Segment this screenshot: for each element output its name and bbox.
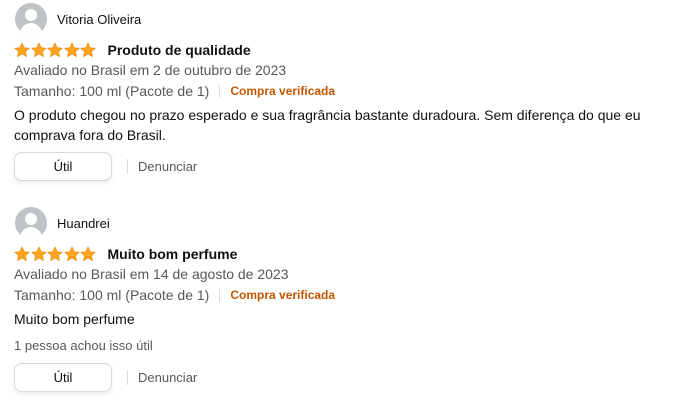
divider — [127, 159, 128, 174]
product-variant[interactable]: Tamanho: 100 ml (Pacote de 1) — [14, 83, 209, 99]
star-icon — [80, 246, 96, 262]
review-text: Muito bom perfume — [14, 311, 135, 327]
verified-purchase-badge: Compra verificada — [230, 288, 336, 302]
avatar — [15, 207, 47, 239]
star-icon — [64, 246, 80, 262]
helpful-button[interactable]: Útil — [14, 363, 112, 392]
star-rating — [14, 42, 97, 58]
reviewer-name: Vitoria Oliveira — [57, 11, 142, 27]
review-actions: Útil Denunciar — [14, 363, 197, 392]
verified-purchase-badge: Compra verificada — [230, 84, 336, 98]
review-date: Avaliado no Brasil em 14 de agosto de 20… — [14, 266, 289, 282]
star-icon — [64, 42, 80, 58]
report-link[interactable]: Denunciar — [138, 370, 197, 385]
review-text: O produto chegou no prazo esperado e sua… — [14, 107, 641, 143]
review-title-row[interactable]: Produto de qualidade — [14, 40, 251, 60]
review-meta: Tamanho: 100 ml (Pacote de 1) Compra ver… — [14, 83, 335, 99]
avatar — [15, 3, 47, 35]
divider — [219, 84, 221, 98]
review-title[interactable]: Muito bom perfume — [108, 246, 238, 262]
report-link[interactable]: Denunciar — [138, 159, 197, 174]
review-date: Avaliado no Brasil em 2 de outubro de 20… — [14, 62, 287, 78]
product-variant[interactable]: Tamanho: 100 ml (Pacote de 1) — [14, 287, 209, 303]
review-meta: Tamanho: 100 ml (Pacote de 1) Compra ver… — [14, 287, 335, 303]
reviewer-name: Huandrei — [57, 215, 110, 231]
review-actions: Útil Denunciar — [14, 152, 197, 181]
star-icon — [31, 246, 47, 262]
star-rating — [14, 246, 97, 262]
star-icon — [80, 42, 96, 58]
reviewer-profile[interactable]: Vitoria Oliveira — [15, 3, 141, 35]
star-icon — [31, 42, 47, 58]
star-icon — [47, 42, 63, 58]
helpful-button[interactable]: Útil — [14, 152, 112, 181]
helpful-count: 1 pessoa achou isso útil — [14, 338, 153, 353]
star-icon — [14, 246, 30, 262]
review-title[interactable]: Produto de qualidade — [108, 42, 251, 58]
reviewer-profile[interactable]: Huandrei — [15, 207, 110, 239]
review-title-row[interactable]: Muito bom perfume — [14, 244, 237, 264]
divider — [127, 370, 128, 385]
divider — [219, 288, 221, 302]
star-icon — [47, 246, 63, 262]
star-icon — [14, 42, 30, 58]
